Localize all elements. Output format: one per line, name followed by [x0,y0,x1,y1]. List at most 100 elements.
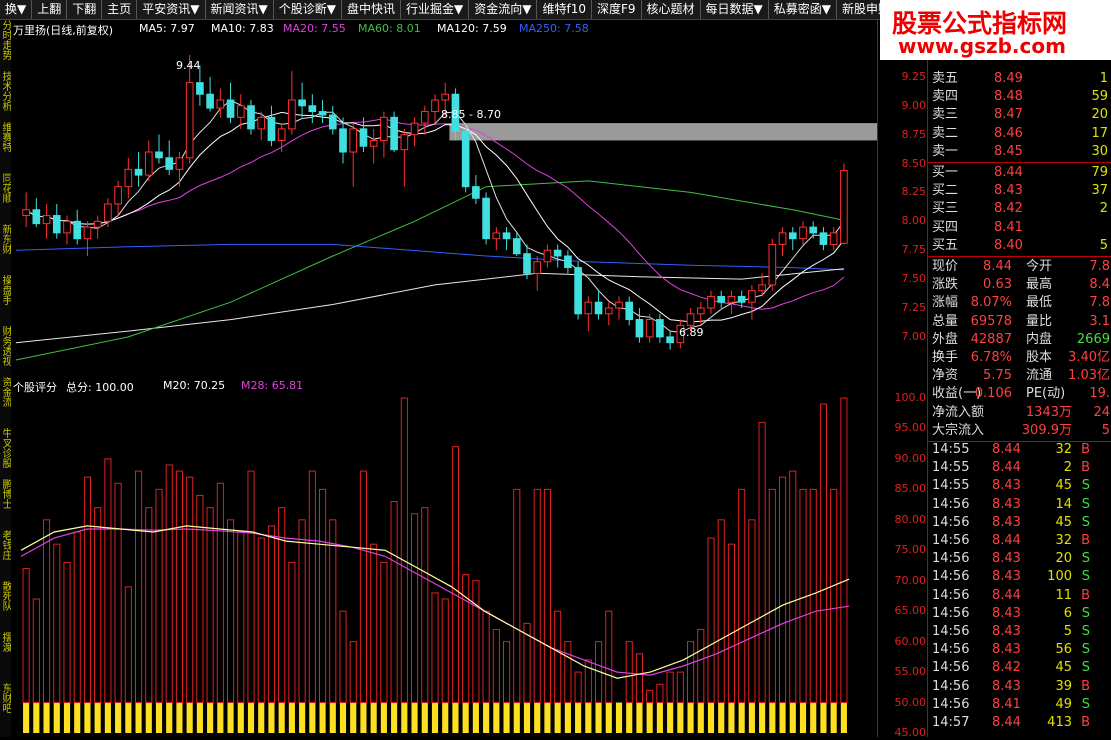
score-base-bar [820,702,827,733]
quote-row: 14:56 8.41 49 S [928,696,1111,714]
quote-row: 净流入额 1343万 24 [928,404,1111,422]
tick-time: 14:56 [932,587,970,603]
tick-volume: 49 [1055,696,1072,712]
score-bar [738,488,746,704]
candle-body [359,128,368,147]
toolbar-button-14[interactable]: 私募密函▼ [769,0,837,19]
candle-body [441,93,450,101]
sidebar-item-1[interactable]: 技术分析 [0,71,11,122]
toolbar-button-9[interactable]: 资金流向▼ [469,0,538,19]
stat-label: 总量 [932,313,959,329]
candle-body [625,301,634,321]
score-base-bar [247,702,255,733]
score-bar [707,537,715,704]
score-svg [20,397,850,733]
score-base-bar [309,702,316,733]
score-base-bar [401,702,408,733]
tick-price: 8.44 [992,442,1021,457]
score-base-bar [799,702,807,733]
sell-level-volume: 59 [1091,89,1108,105]
quote-row: 14:56 8.43 14 S [928,496,1111,514]
sidebar-item-3[interactable]: 同花顺 [0,173,11,224]
tick-time: 14:56 [932,605,970,621]
score-bar [380,561,388,704]
sidebar-item-6[interactable]: 财务透视 [0,326,11,377]
sidebar-item-11[interactable]: 散死队 [0,581,11,632]
toolbar-button-0[interactable]: 换▼ [0,0,33,19]
sidebar-item-7[interactable]: 资金流 [0,377,11,428]
buy-level-label: 买五 [932,237,959,253]
score-bar [717,519,725,704]
score-base-bar [564,702,571,733]
candle-body [175,157,184,170]
toolbar-button-4[interactable]: 平安资讯▼ [137,0,206,19]
sidebar-item-9[interactable]: 鹏博士 [0,479,11,530]
score-bar [605,610,613,704]
candle-body [328,114,337,130]
score-base-bar [339,702,347,733]
score-bar [799,488,807,704]
score-base-bar [288,702,295,733]
tick-side: B [1081,587,1090,603]
candle-body [829,232,838,245]
buy-level-price: 8.40 [994,237,1023,253]
sidebar-item-4[interactable]: 新东财 [0,224,11,275]
toolbar-button-10[interactable]: 维特f10 [537,0,592,19]
candle-body [22,209,30,217]
toolbar-button-8[interactable]: 行业掘金▼ [401,0,470,19]
buy-level-price: 8.43 [994,183,1023,199]
price-tick: 9.25 [901,69,927,83]
tick-time: 14:55 [932,442,970,457]
score-bar [646,689,654,704]
sell-level-label: 卖三 [932,107,959,123]
score-bar [175,470,184,704]
sidebar-item-5[interactable]: 操盘手 [0,275,11,326]
sidebar-item-13[interactable]: 东财吧 [0,683,11,734]
score-base-bar [23,702,30,733]
toolbar-button-2[interactable]: 下翻 [67,0,103,19]
buy-level-price: 8.41 [994,219,1023,235]
score-title: 个股评分 [13,381,57,394]
score-base-bar [605,702,612,733]
tick-price: 8.44 [992,587,1021,603]
score-chart[interactable]: 个股评分 总分: 100.00 M20: 70.25 M28: 65.81 [11,376,877,737]
toolbar-button-1[interactable]: 上翻 [32,0,68,19]
toolbar-button-3[interactable]: 主页 [102,0,138,19]
tick-price: 8.44 [992,533,1021,548]
sidebar-item-10[interactable]: 老钱庄 [0,530,11,581]
sidebar-item-12[interactable]: 摆渡 [0,632,11,683]
score-bar [267,525,276,704]
sidebar-item-2[interactable]: 维赛特 [0,122,11,173]
toolbar-button-12[interactable]: 核心题材 [642,0,701,19]
score-base-bar [237,702,244,733]
candle-body [666,336,674,344]
candle-body [574,267,582,315]
buy-level-volume: 37 [1091,183,1108,199]
tick-side: B [1081,533,1090,548]
flow-label: 净流入额 [932,404,985,420]
score-base-bar [145,702,152,733]
toolbar-button-11[interactable]: 深度F9 [592,0,642,19]
price-tick: 8.75 [901,127,927,141]
score-bar [298,519,306,704]
toolbar-button-6[interactable]: 个股诊断▼ [274,0,342,19]
score-base-bar [513,702,520,733]
candle-body [144,151,153,176]
candle-body [42,215,51,225]
toolbar-button-5[interactable]: 新闻资讯▼ [206,0,274,19]
kline-chart[interactable]: 万里扬(日线,前复权) MA5: 7.97 MA10: 7.83 MA20: 7… [11,20,877,376]
sidebar-item-8[interactable]: 牛叉诊股 [0,428,11,479]
stat-value-2: 7.8 [1089,259,1110,274]
score-base-bar [431,702,439,733]
toolbar-button-13[interactable]: 每日数据▼ [701,0,769,19]
quote-row: 卖五 8.49 1 [928,70,1111,88]
score-base-bar [452,702,459,733]
quote-row: 14:55 8.44 2 B [928,459,1111,477]
candle-body [819,232,828,245]
stat-value: 8.44 [983,259,1012,274]
divider [928,162,1111,163]
score-bar [73,531,81,704]
sidebar-item-0[interactable]: 分时走势 [0,20,11,71]
candle-body [564,255,572,269]
toolbar-button-7[interactable]: 盘中快讯 [342,0,401,19]
